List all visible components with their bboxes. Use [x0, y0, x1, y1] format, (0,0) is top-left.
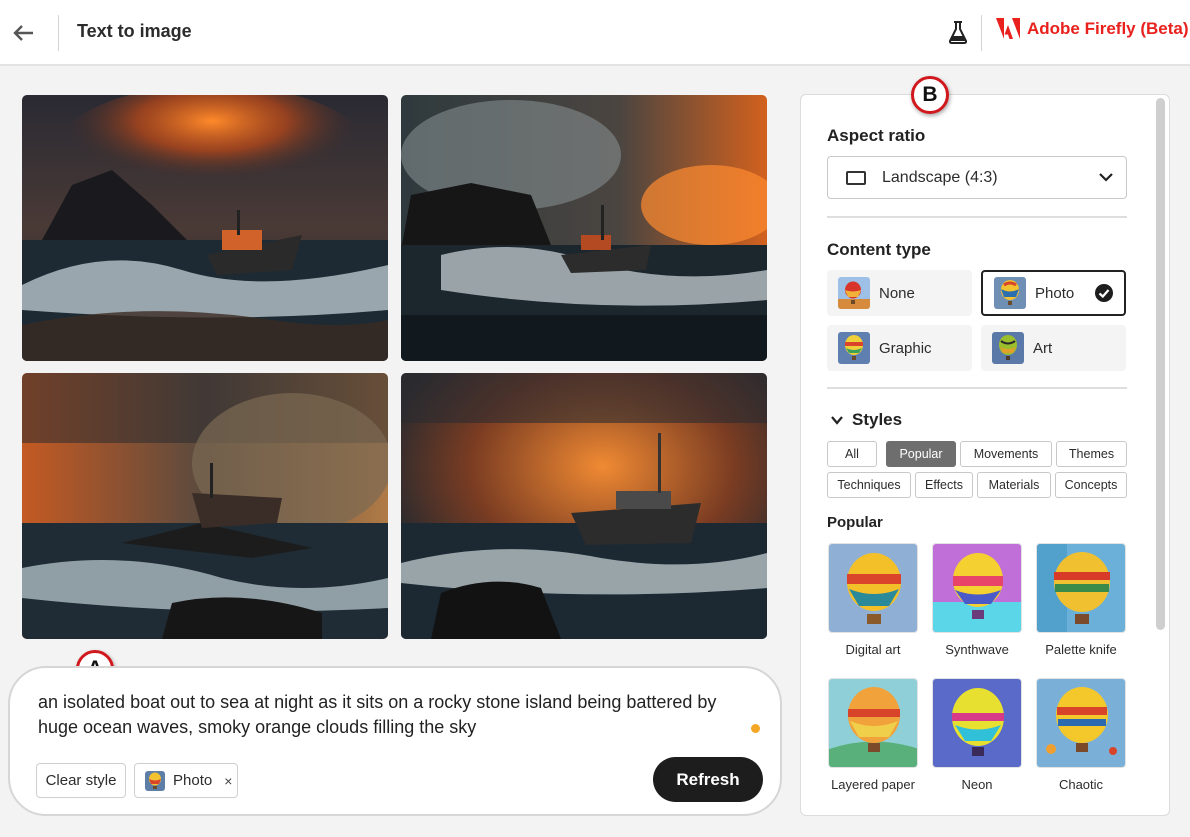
style-label: Palette knife [1045, 642, 1117, 657]
balloon-thumbnail-icon [1036, 543, 1126, 633]
generated-image-2[interactable] [401, 95, 767, 361]
balloon-thumbnail-icon [932, 678, 1022, 768]
style-tag-movements[interactable]: Movements [960, 441, 1052, 467]
style-tag-concepts[interactable]: Concepts [1055, 472, 1127, 498]
balloon-thumbnail-icon [1036, 678, 1126, 768]
popular-section-title: Popular [827, 514, 883, 531]
style-tag-all[interactable]: All [827, 441, 877, 467]
balloon-thumbnail-icon [838, 332, 870, 364]
style-chip-label: Photo [173, 772, 213, 789]
style-tag-techniques[interactable]: Techniques [827, 472, 911, 498]
generated-image-3[interactable] [22, 373, 388, 639]
styles-section-toggle[interactable]: Styles [830, 410, 902, 430]
balloon-thumbnail-icon [992, 332, 1024, 364]
style-tag-effects[interactable]: Effects [915, 472, 973, 498]
adobe-brand[interactable]: Adobe Firefly (Beta) [996, 18, 1189, 39]
style-label: Digital art [845, 642, 901, 657]
generated-image-4[interactable] [401, 373, 767, 639]
callout-b: B [911, 76, 949, 114]
labs-button[interactable] [943, 17, 973, 47]
close-icon[interactable]: × [224, 773, 232, 789]
content-type-title: Content type [827, 240, 931, 259]
back-button[interactable] [8, 18, 38, 48]
aspect-ratio-select[interactable]: Landscape (4:3) [827, 156, 1127, 199]
style-synthwave[interactable]: Synthwave [932, 543, 1022, 657]
balloon-thumbnail-icon [838, 277, 870, 309]
landscape-icon [846, 170, 866, 185]
chevron-down-icon [1099, 173, 1113, 182]
header-divider [58, 15, 59, 51]
brand-name: Adobe Firefly (Beta) [1027, 18, 1189, 38]
content-type-graphic[interactable]: Graphic [827, 325, 972, 371]
style-label: Layered paper [831, 777, 915, 792]
style-tag-popular[interactable]: Popular [886, 441, 956, 467]
aspect-ratio-value: Landscape (4:3) [882, 168, 998, 186]
generated-image-1[interactable] [22, 95, 388, 361]
style-chaotic[interactable]: Chaotic [1036, 678, 1126, 792]
status-dot [751, 724, 760, 733]
balloon-thumbnail-icon [994, 277, 1026, 309]
style-tag-materials[interactable]: Materials [977, 472, 1051, 498]
content-type-art[interactable]: Art [981, 325, 1126, 371]
style-layered-paper[interactable]: Layered paper [828, 678, 918, 792]
aspect-ratio-title: Aspect ratio [827, 126, 926, 145]
styles-title: Styles [852, 410, 903, 429]
checkmark-icon [1095, 284, 1113, 302]
style-label: Neon [961, 777, 993, 792]
style-neon[interactable]: Neon [932, 678, 1022, 792]
refresh-button[interactable]: Refresh [653, 757, 763, 802]
content-type-none[interactable]: None [827, 270, 972, 316]
style-digital-art[interactable]: Digital art [828, 543, 918, 657]
content-type-label: Photo [1035, 284, 1075, 302]
balloon-thumbnail-icon [932, 543, 1022, 633]
balloon-thumbnail-icon [828, 543, 918, 633]
style-label: Chaotic [1058, 777, 1104, 792]
content-type-label: Art [1033, 339, 1053, 357]
arrow-left-icon [13, 25, 33, 41]
adobe-logo-icon [996, 18, 1020, 39]
style-palette-knife[interactable]: Palette knife [1036, 543, 1126, 657]
style-tag-themes[interactable]: Themes [1056, 441, 1127, 467]
balloon-thumbnail-icon [145, 770, 165, 791]
header-divider [981, 15, 982, 51]
divider [827, 216, 1127, 218]
flask-icon [948, 21, 968, 44]
style-label: Synthwave [945, 642, 1009, 657]
scrollbar-thumb[interactable] [1156, 98, 1165, 630]
content-type-label: None [879, 284, 915, 302]
clear-style-button[interactable]: Clear style [36, 763, 126, 798]
prompt-box: an isolated boat out to sea at night as … [8, 666, 782, 816]
chevron-down-icon [831, 416, 843, 425]
app-header: Text to image Adobe Firefly (Beta) [0, 0, 1190, 66]
balloon-thumbnail-icon [828, 678, 918, 768]
page-title: Text to image [77, 21, 192, 41]
content-type-label: Graphic [879, 339, 932, 357]
style-chip-photo[interactable]: Photo × [134, 763, 238, 798]
content-type-photo[interactable]: Photo [981, 270, 1126, 316]
prompt-input[interactable]: an isolated boat out to sea at night as … [38, 690, 738, 740]
divider [827, 387, 1127, 389]
